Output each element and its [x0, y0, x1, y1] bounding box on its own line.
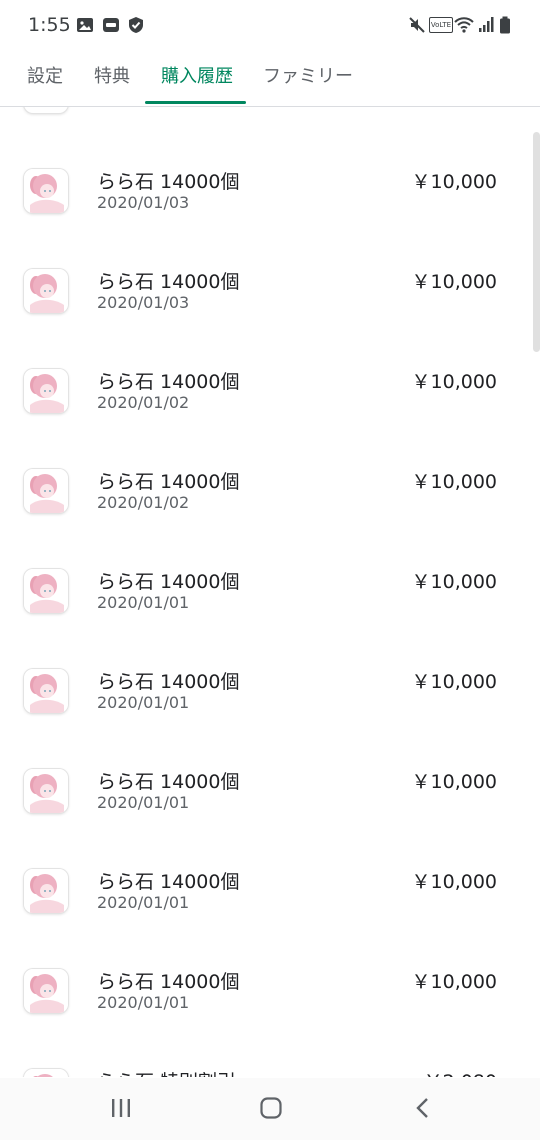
app-icon — [24, 169, 68, 213]
item-date: 2020/01/02 — [97, 493, 190, 512]
app-icon — [24, 669, 68, 713]
tab-settings[interactable]: 設定 — [27, 62, 63, 88]
shield-check-icon — [129, 17, 143, 33]
list-item[interactable]: らら石 14000個 2020/01/02 ￥10,000 — [0, 347, 540, 447]
list-item[interactable]: らら石 14000個 2020/01/01 ￥10,000 — [0, 847, 540, 947]
item-price: ￥10,000 — [411, 771, 497, 793]
list-item[interactable]: らら石 14000個 2020/01/01 ￥10,000 — [0, 547, 540, 647]
item-title: らら石 14000個 — [97, 571, 240, 593]
app-icon — [24, 1069, 68, 1077]
item-price: ￥10,000 — [411, 971, 497, 993]
item-price: ￥10,000 — [411, 471, 497, 493]
app-icon — [24, 269, 68, 313]
volte-icon: VoLTE — [429, 17, 453, 33]
item-title: らら石 14000個 — [97, 971, 240, 993]
item-title: らら石 14000個 — [97, 171, 240, 193]
status-bar: 1:55 VoLTE — [0, 0, 540, 50]
tab-purchase-history[interactable]: 購入履歴 — [161, 62, 233, 88]
item-date: 2020/01/02 — [97, 393, 190, 412]
item-date: 2020/01/01 — [97, 693, 190, 712]
item-date: 2020/01/03 — [97, 193, 190, 212]
item-title: らら石 14000個 — [97, 271, 240, 293]
navigation-bar — [0, 1078, 540, 1140]
item-price: ￥10,000 — [411, 271, 497, 293]
item-price: ￥10,000 — [411, 171, 497, 193]
item-title: らら石 14000個 — [97, 771, 240, 793]
item-price: ￥2,080 — [424, 1067, 497, 1077]
list-item[interactable]: らら石 14000個 2020/01/03 ￥10,000 — [0, 147, 540, 247]
app-icon — [24, 969, 68, 1013]
item-title: らら石 特別割引 — [97, 1067, 236, 1077]
scrollbar[interactable] — [533, 132, 540, 352]
app-icon — [24, 769, 68, 813]
item-price: ￥10,000 — [411, 871, 497, 893]
app-icon — [24, 469, 68, 513]
list-item[interactable]: らら石 14000個 2020/01/01 ￥10,000 — [0, 747, 540, 847]
tab-bar: 設定 特典 購入履歴 ファミリー — [0, 50, 540, 107]
app-icon — [24, 369, 68, 413]
list-item[interactable]: らら石 特別割引 ￥2,080 — [0, 1047, 540, 1077]
item-date: 2020/01/01 — [97, 893, 190, 912]
wifi-icon — [454, 17, 474, 33]
list-item[interactable] — [0, 107, 540, 147]
item-price: ￥10,000 — [411, 371, 497, 393]
gallery-icon — [77, 18, 93, 32]
active-tab-indicator — [145, 101, 246, 104]
back-icon[interactable] — [412, 1096, 434, 1120]
list-item[interactable]: らら石 14000個 2020/01/01 ￥10,000 — [0, 947, 540, 1047]
purchase-history-list[interactable]: らら石 14000個 2020/01/03 ￥10,000 らら石 14000個… — [0, 107, 540, 1077]
list-item[interactable]: らら石 14000個 2020/01/03 ￥10,000 — [0, 247, 540, 347]
item-date: 2020/01/01 — [97, 793, 190, 812]
item-title: らら石 14000個 — [97, 471, 240, 493]
list-item[interactable]: らら石 14000個 2020/01/02 ￥10,000 — [0, 447, 540, 547]
item-title: らら石 14000個 — [97, 871, 240, 893]
item-price: ￥10,000 — [411, 671, 497, 693]
signal-icon — [479, 17, 494, 32]
battery-icon — [500, 16, 510, 34]
status-time: 1:55 — [28, 14, 71, 36]
app-icon — [24, 107, 68, 113]
item-title: らら石 14000個 — [97, 371, 240, 393]
item-date: 2020/01/01 — [97, 993, 190, 1012]
list-item[interactable]: らら石 14000個 2020/01/01 ￥10,000 — [0, 647, 540, 747]
item-price: ￥10,000 — [411, 571, 497, 593]
mute-icon — [409, 17, 425, 33]
item-title: らら石 14000個 — [97, 671, 240, 693]
tab-rewards[interactable]: 特典 — [94, 62, 130, 88]
item-date: 2020/01/01 — [97, 593, 190, 612]
tab-family[interactable]: ファミリー — [263, 62, 353, 88]
app-icon — [24, 869, 68, 913]
item-date: 2020/01/03 — [97, 293, 190, 312]
app-notification-icon — [103, 18, 119, 32]
app-icon — [24, 569, 68, 613]
recent-apps-icon[interactable] — [109, 1097, 133, 1119]
home-icon[interactable] — [259, 1096, 283, 1120]
